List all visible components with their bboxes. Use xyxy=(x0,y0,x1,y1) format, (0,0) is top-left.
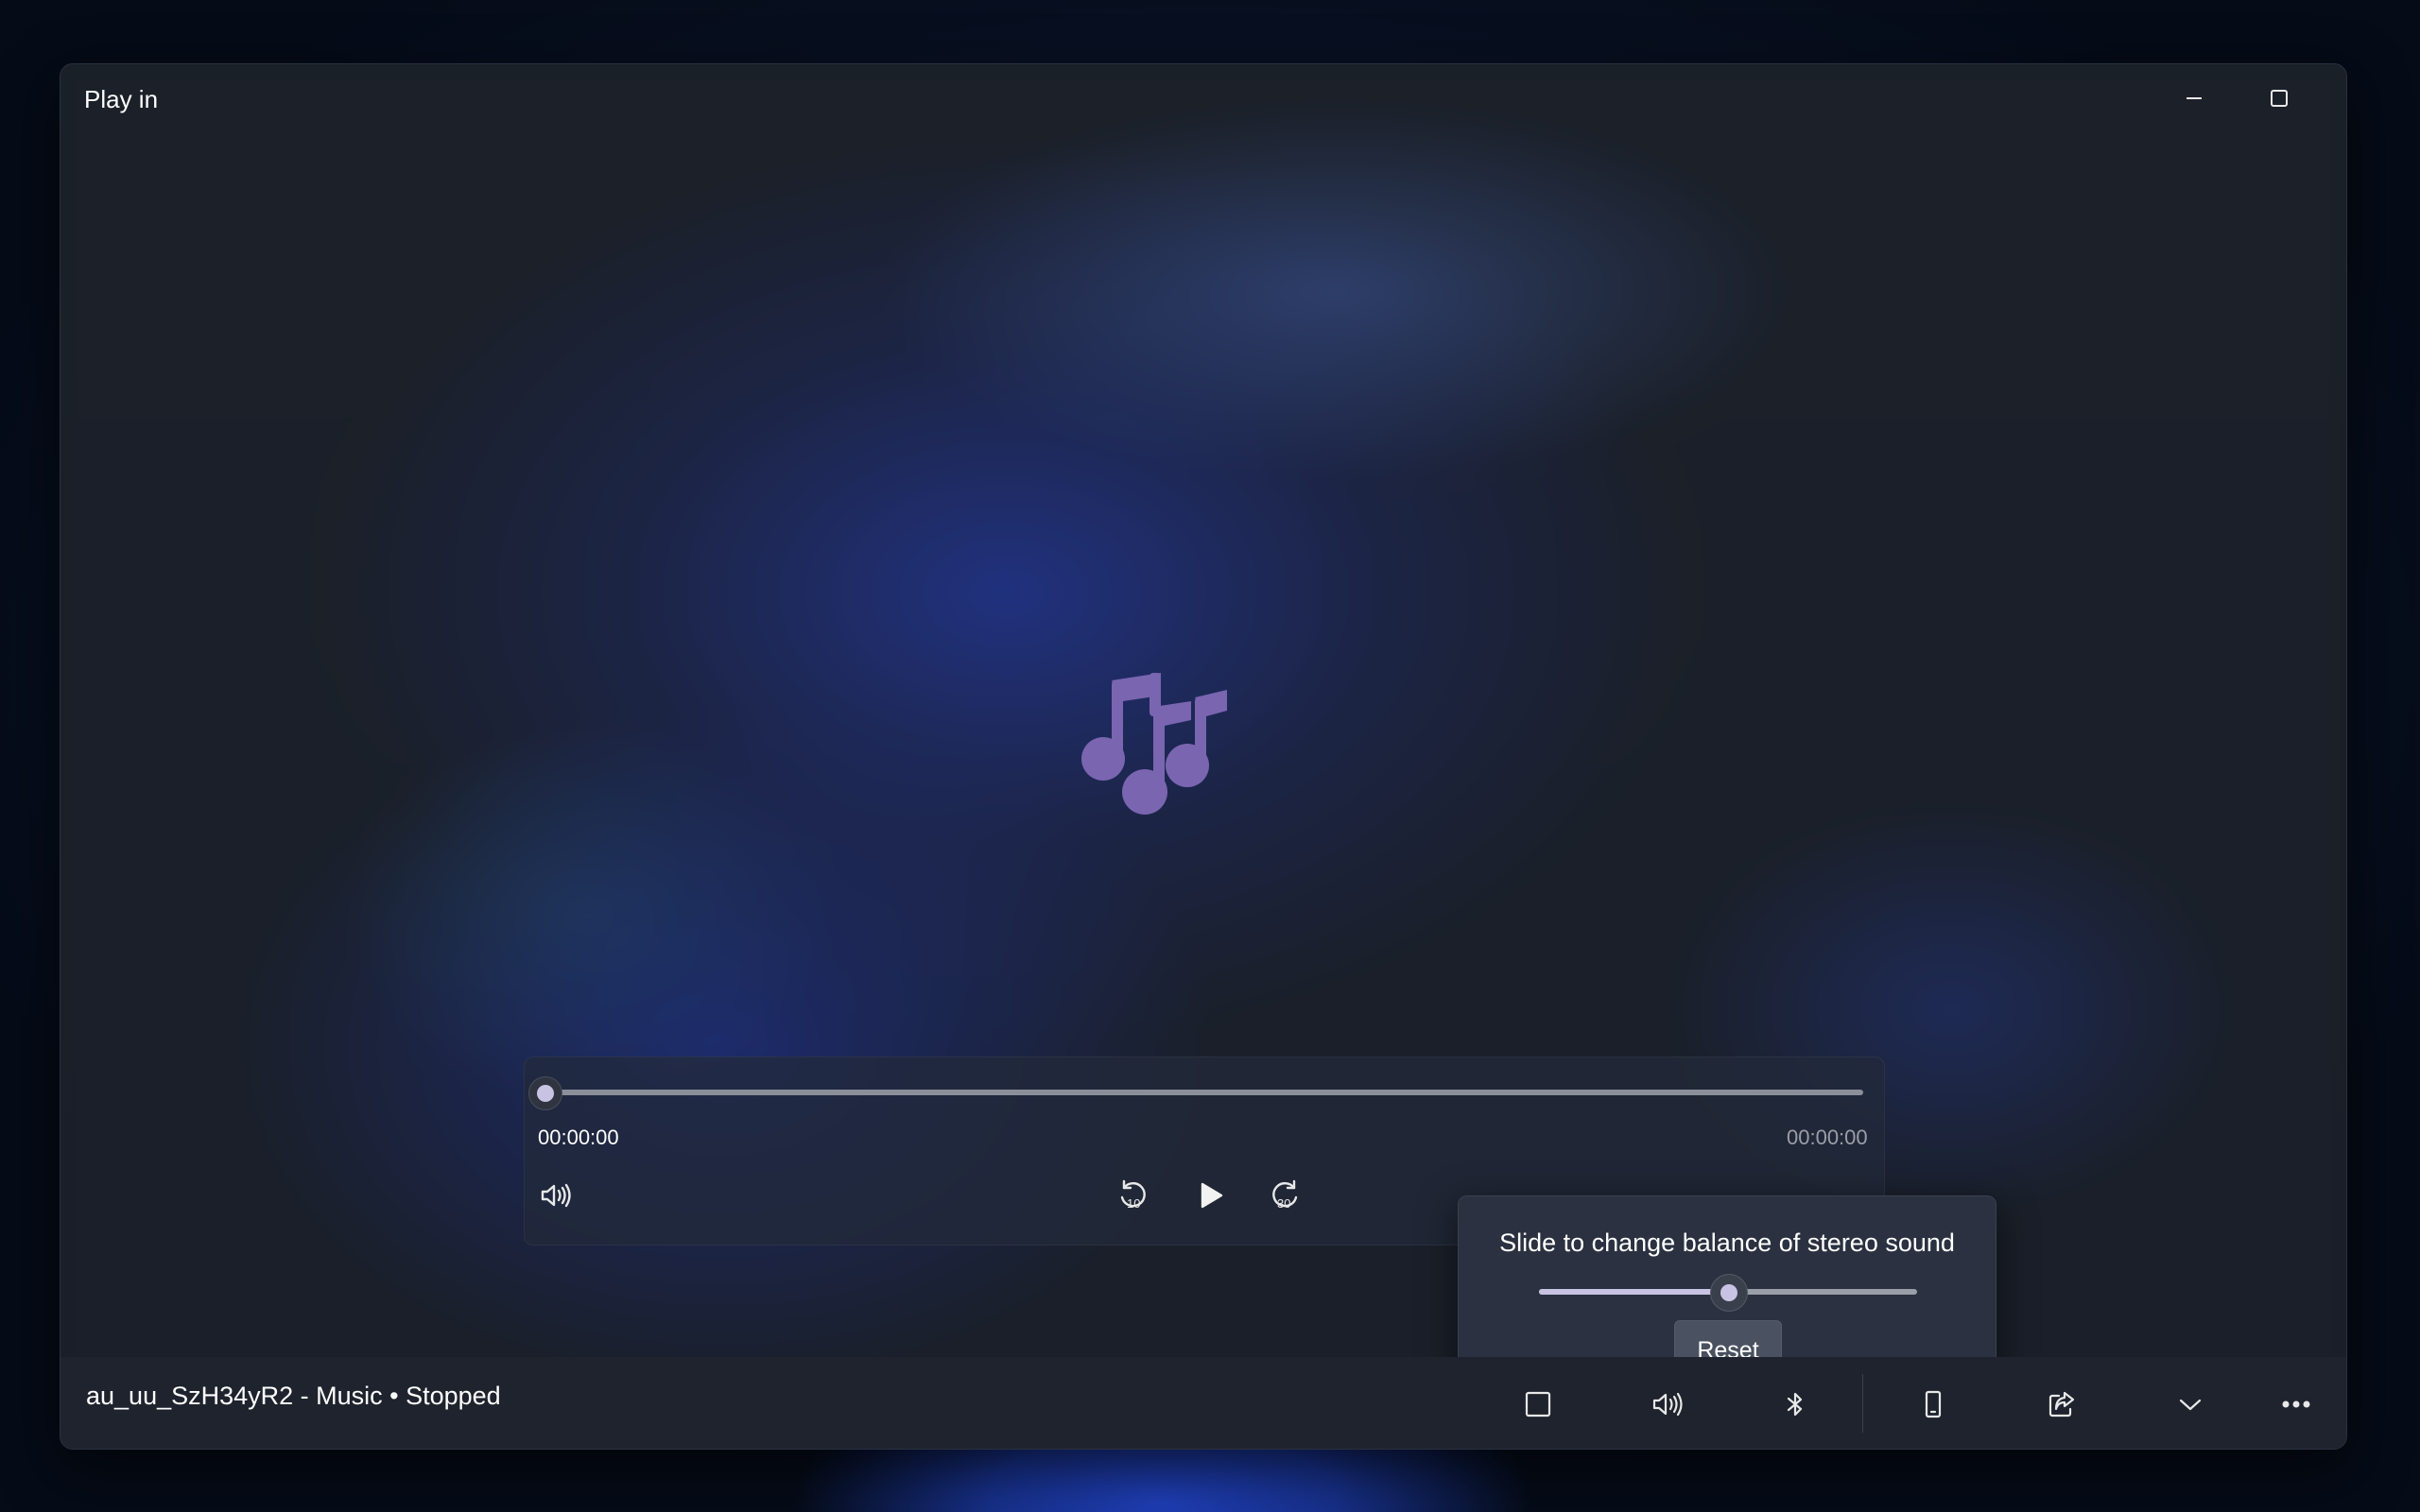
bluetooth-button[interactable] xyxy=(1767,1376,1824,1433)
share-icon xyxy=(2048,1391,2075,1418)
bluetooth-icon xyxy=(1787,1392,1803,1417)
share-button[interactable] xyxy=(2033,1376,2090,1433)
rewind-10-icon: 10 xyxy=(1120,1179,1146,1211)
volume-icon xyxy=(1652,1392,1683,1417)
status-bar: au_uu_SzH34yR2 - Music • Stopped xyxy=(60,1357,2346,1449)
balance-slider-thumb[interactable] xyxy=(1710,1274,1748,1312)
chevron-down-icon xyxy=(2179,1399,2202,1411)
play-icon xyxy=(1201,1182,1223,1209)
divider xyxy=(1862,1374,1863,1433)
seek-thumb[interactable] xyxy=(528,1076,562,1110)
balance-slider-fill xyxy=(1539,1289,1728,1295)
volume-bar-button[interactable] xyxy=(1638,1376,1695,1433)
title-bar[interactable]: Play in xyxy=(60,64,2346,125)
play-button[interactable] xyxy=(1184,1169,1236,1222)
rewind-10-button[interactable]: 10 xyxy=(1107,1169,1160,1222)
minimize-button[interactable] xyxy=(2164,76,2224,121)
forward-30-button[interactable]: 30 xyxy=(1258,1169,1311,1222)
more-options-button[interactable] xyxy=(2268,1376,2325,1433)
maximize-icon xyxy=(2271,90,2288,107)
cast-to-phone-button[interactable] xyxy=(1905,1376,1962,1433)
volume-button[interactable] xyxy=(528,1169,581,1222)
media-player-window: Play in 10 30 00:00:00 00:00:00 Slide to… xyxy=(60,63,2347,1450)
forward-30-icon: 30 xyxy=(1272,1179,1298,1211)
balance-popup-title: Slide to change balance of stereo sound xyxy=(1499,1228,1955,1257)
seek-bar[interactable] xyxy=(545,1090,1863,1095)
minimize-icon xyxy=(2187,97,2202,99)
total-time: 00:00:00 xyxy=(1787,1125,1868,1149)
svg-text:10: 10 xyxy=(1127,1196,1140,1211)
expand-button[interactable] xyxy=(2162,1376,2219,1433)
svg-text:30: 30 xyxy=(1277,1196,1290,1211)
music-notes-icon xyxy=(1081,673,1227,815)
close-button[interactable] xyxy=(2336,76,2346,121)
miniplayer-icon xyxy=(1525,1391,1551,1418)
elapsed-time: 00:00:00 xyxy=(538,1125,619,1149)
media-status: au_uu_SzH34yR2 - Music • Stopped xyxy=(86,1382,501,1410)
volume-icon xyxy=(541,1183,571,1208)
miniplayer-button[interactable] xyxy=(1510,1376,1566,1433)
more-icon xyxy=(2282,1400,2310,1408)
phone-icon xyxy=(1925,1390,1942,1418)
maximize-button[interactable] xyxy=(2249,76,2309,121)
window-title: Play in xyxy=(84,85,159,113)
